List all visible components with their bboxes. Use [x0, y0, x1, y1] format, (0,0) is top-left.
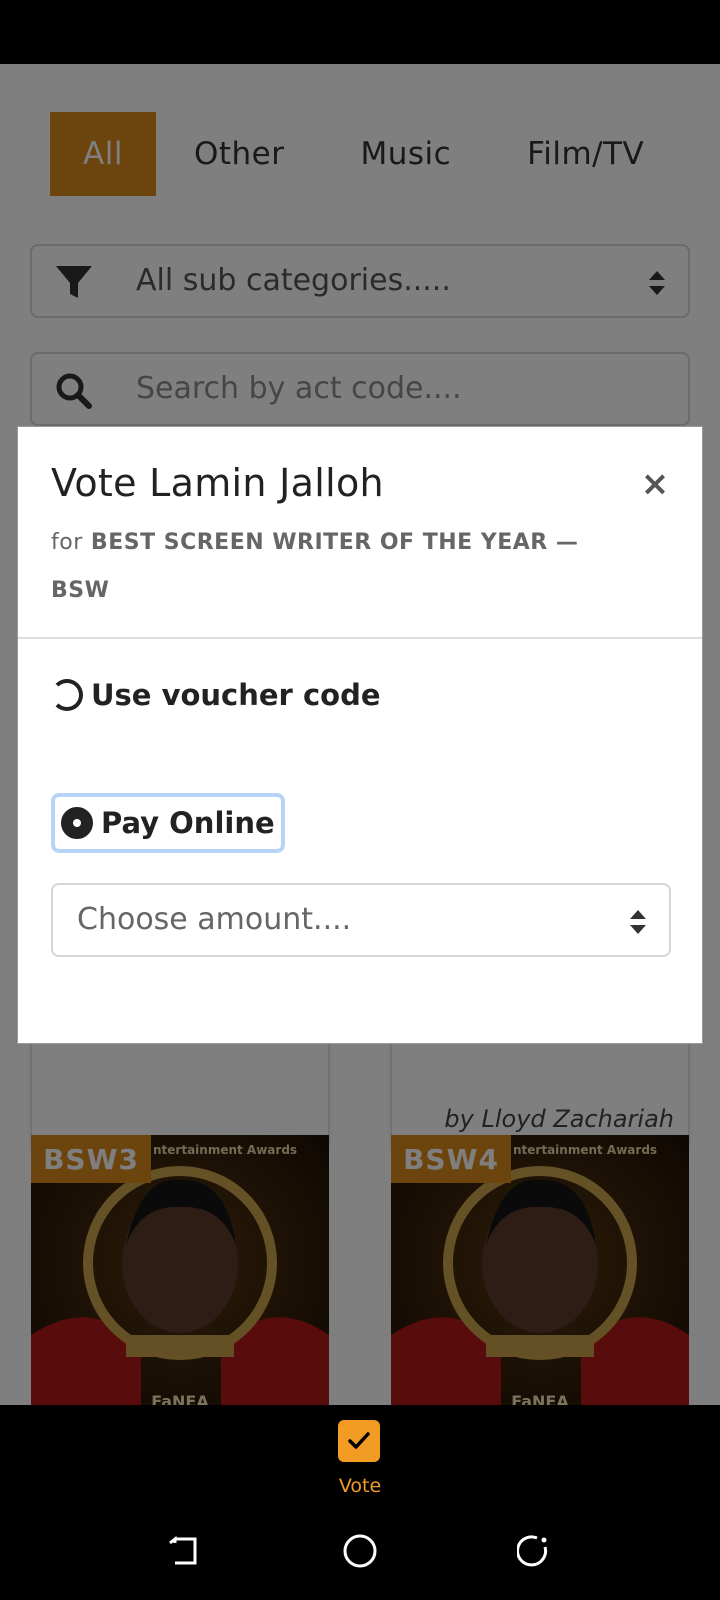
bottom-tab-bar: Vote: [0, 1405, 720, 1503]
vote-modal: Vote Lamin Jalloh × for BEST SCREEN WRIT…: [17, 426, 703, 1044]
amount-select[interactable]: Choose amount....: [51, 883, 671, 957]
recent-apps-icon[interactable]: [516, 1533, 553, 1569]
pay-online-option[interactable]: Pay Online: [51, 793, 285, 853]
voucher-option-label: Use voucher code: [91, 678, 381, 712]
modal-subtitle: for BEST SCREEN WRITER OF THE YEAR — BSW: [51, 519, 591, 615]
category-name: BEST SCREEN WRITER OF THE YEAR — BSW: [51, 530, 579, 603]
back-icon[interactable]: [167, 1533, 203, 1569]
voucher-option[interactable]: Use voucher code: [51, 675, 381, 715]
modal-title: Vote Lamin Jalloh: [51, 461, 384, 505]
divider: [18, 637, 702, 639]
close-icon[interactable]: ×: [638, 467, 672, 501]
status-bar: [0, 0, 720, 64]
select-arrows-icon: [629, 909, 647, 935]
home-icon[interactable]: [342, 1533, 378, 1569]
radio-unchecked-icon[interactable]: [51, 679, 83, 711]
amount-select-placeholder: Choose amount....: [77, 902, 352, 937]
page: All Other Music Film/TV All sub categori…: [0, 64, 720, 1405]
pay-online-option-label: Pay Online: [101, 806, 275, 840]
checkbox-check-icon[interactable]: [338, 1420, 380, 1462]
vote-tab-label[interactable]: Vote: [0, 1475, 720, 1497]
subtitle-prefix: for: [51, 530, 83, 555]
system-nav-bar: [0, 1503, 720, 1600]
radio-checked-icon[interactable]: [61, 807, 93, 839]
